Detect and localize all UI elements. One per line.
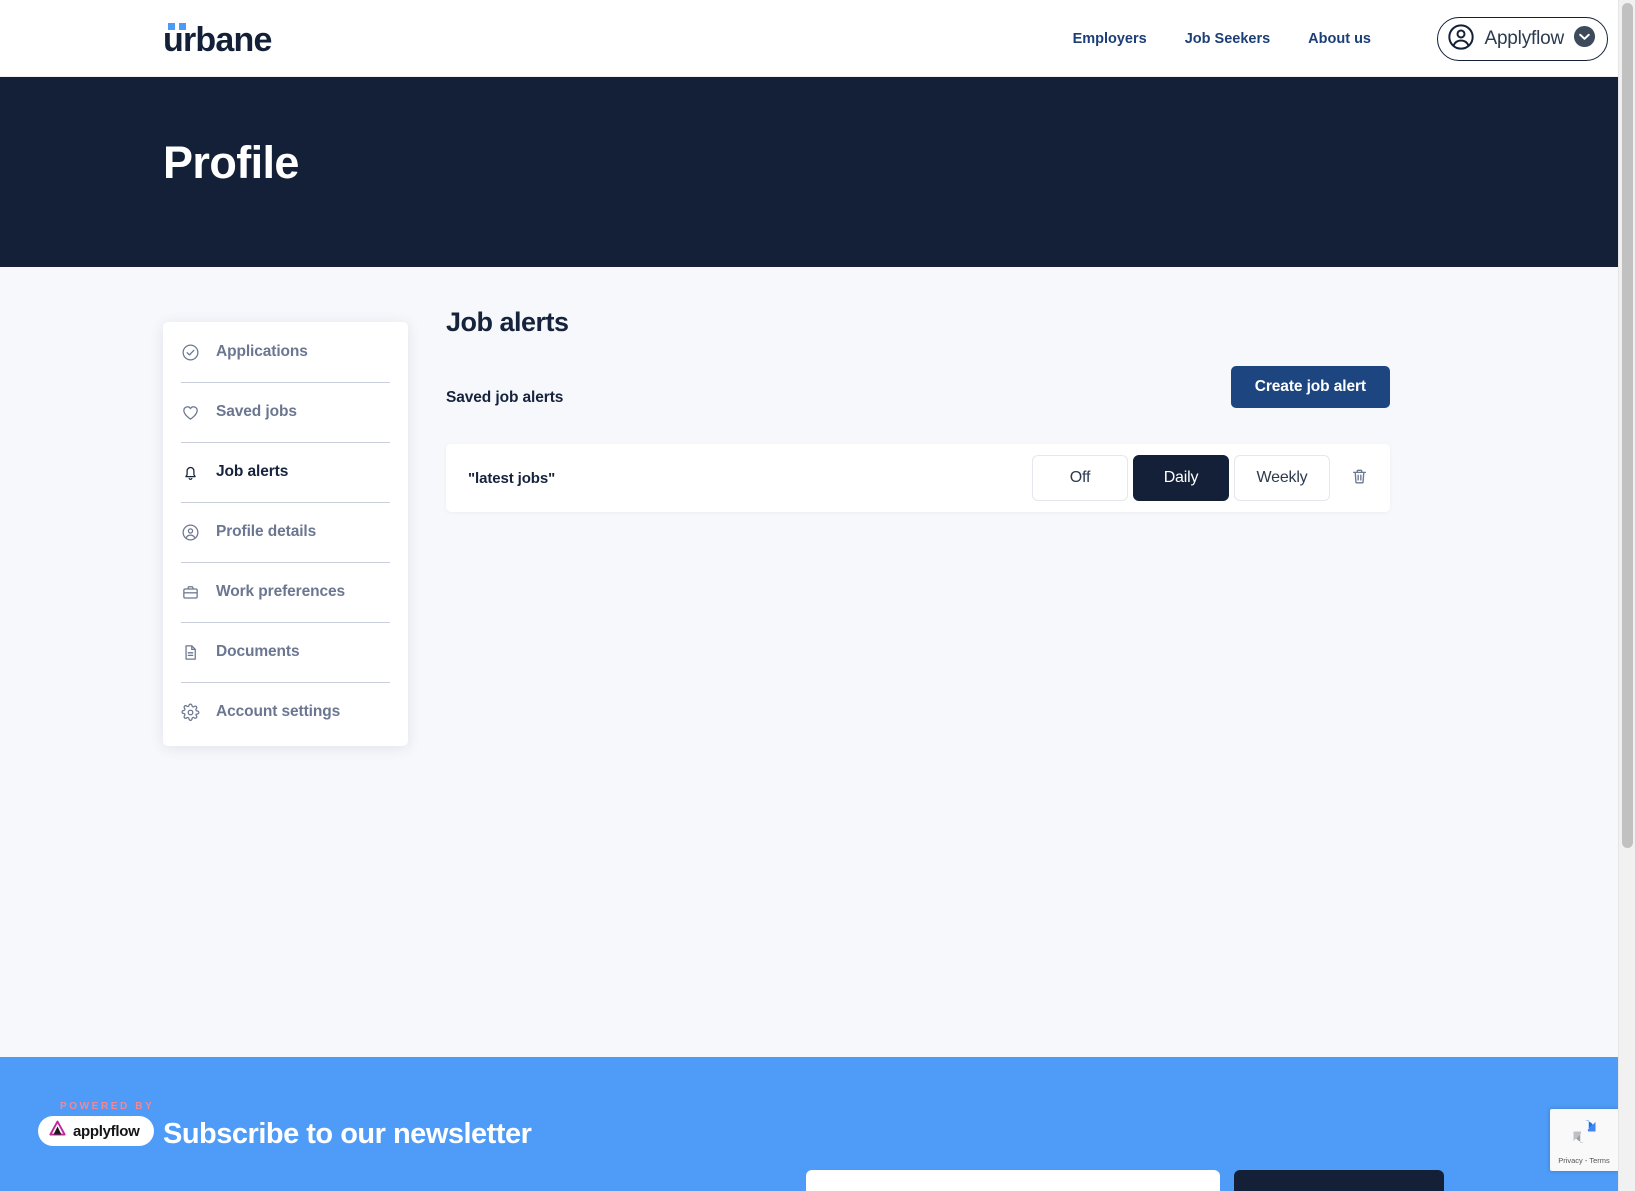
sidebar-item-account-settings[interactable]: Account settings bbox=[163, 682, 408, 742]
sidebar-item-label: Saved jobs bbox=[216, 403, 297, 420]
frequency-option-daily[interactable]: Daily bbox=[1133, 455, 1229, 501]
bell-icon bbox=[181, 463, 200, 482]
sidebar-item-documents[interactable]: Documents bbox=[163, 622, 408, 682]
job-alert-name: "latest jobs" bbox=[468, 469, 556, 487]
page-title: Profile bbox=[163, 137, 299, 188]
chevron-down-icon[interactable] bbox=[1573, 25, 1596, 53]
sidebar-item-label: Profile details bbox=[216, 523, 317, 540]
sidebar-item-job-alerts[interactable]: Job alerts bbox=[163, 442, 408, 502]
sidebar-item-profile-details[interactable]: Profile details bbox=[163, 502, 408, 562]
sidebar-item-label: Work preferences bbox=[216, 583, 346, 600]
check-circle-icon bbox=[181, 343, 200, 362]
saved-job-alerts-label: Saved job alerts bbox=[446, 389, 564, 406]
delete-job-alert-button[interactable] bbox=[1348, 467, 1370, 489]
sidebar-item-label: Documents bbox=[216, 643, 300, 660]
sidebar-item-saved-jobs[interactable]: Saved jobs bbox=[163, 382, 408, 442]
applyflow-logo-icon bbox=[48, 1119, 67, 1143]
user-circle-icon bbox=[181, 523, 200, 542]
frequency-option-weekly[interactable]: Weekly bbox=[1234, 455, 1330, 501]
sidebar-item-label: Account settings bbox=[216, 703, 341, 720]
create-job-alert-button[interactable]: Create job alert bbox=[1230, 366, 1390, 408]
trash-icon bbox=[1350, 467, 1369, 489]
powered-by-label: POWERED BY bbox=[60, 1101, 155, 1112]
top-navigation-bar: urbane Employers Job Seekers About us Ap… bbox=[0, 0, 1618, 77]
nav-link-about-us[interactable]: About us bbox=[1308, 31, 1371, 47]
heart-icon bbox=[181, 403, 200, 422]
site-logo[interactable]: urbane bbox=[163, 20, 272, 60]
browser-viewport: urbane Employers Job Seekers About us Ap… bbox=[0, 0, 1635, 1191]
recaptcha-privacy-terms-label[interactable]: Privacy - Terms bbox=[1558, 1156, 1610, 1165]
sidebar-item-work-preferences[interactable]: Work preferences bbox=[163, 562, 408, 622]
page: urbane Employers Job Seekers About us Ap… bbox=[0, 0, 1618, 1191]
sidebar-item-applications[interactable]: Applications bbox=[163, 322, 408, 382]
applyflow-badge[interactable]: applyflow bbox=[38, 1116, 155, 1146]
recaptcha-icon bbox=[1568, 1115, 1601, 1153]
job-alert-row: "latest jobs" Off Daily Weekly bbox=[446, 444, 1390, 512]
profile-sidebar: Applications Saved jobs Job alerts Profi… bbox=[163, 322, 408, 746]
newsletter-submit-button[interactable] bbox=[1234, 1170, 1444, 1191]
page-hero-banner: Profile bbox=[0, 77, 1618, 267]
primary-nav-links: Employers Job Seekers About us bbox=[1073, 0, 1371, 77]
recaptcha-badge[interactable]: Privacy - Terms bbox=[1550, 1109, 1618, 1171]
document-icon bbox=[181, 643, 200, 662]
account-name-label: Applyflow bbox=[1484, 28, 1564, 49]
sidebar-item-label: Job alerts bbox=[216, 463, 289, 480]
frequency-option-off[interactable]: Off bbox=[1032, 455, 1128, 501]
nav-link-job-seekers[interactable]: Job Seekers bbox=[1185, 31, 1308, 47]
scrollbar-thumb[interactable] bbox=[1622, 3, 1633, 848]
job-alerts-panel: Job alerts Saved job alerts Create job a… bbox=[446, 307, 1390, 512]
main-content-area: Applications Saved jobs Job alerts Profi… bbox=[0, 267, 1618, 1037]
applyflow-brand-label: applyflow bbox=[73, 1122, 140, 1140]
browser-scrollbar[interactable] bbox=[1618, 0, 1635, 1191]
sidebar-item-label: Applications bbox=[216, 343, 308, 360]
umlaut-dots-icon bbox=[168, 23, 192, 30]
section-title: Job alerts bbox=[446, 307, 569, 337]
gear-icon bbox=[181, 703, 200, 722]
newsletter-heading: Subscribe to our newsletter bbox=[163, 1118, 532, 1150]
account-menu-button[interactable]: Applyflow bbox=[1437, 17, 1608, 61]
nav-link-employers[interactable]: Employers bbox=[1073, 31, 1185, 47]
newsletter-email-input[interactable] bbox=[806, 1170, 1220, 1191]
briefcase-icon bbox=[181, 583, 200, 602]
user-circle-icon bbox=[1447, 23, 1475, 56]
newsletter-footer: POWERED BY applyflow Subscribe to our ne… bbox=[0, 1057, 1618, 1191]
saved-alerts-header-row: Saved job alerts Create job alert bbox=[446, 366, 1390, 425]
frequency-toggle-group: Off Daily Weekly bbox=[1032, 455, 1330, 501]
